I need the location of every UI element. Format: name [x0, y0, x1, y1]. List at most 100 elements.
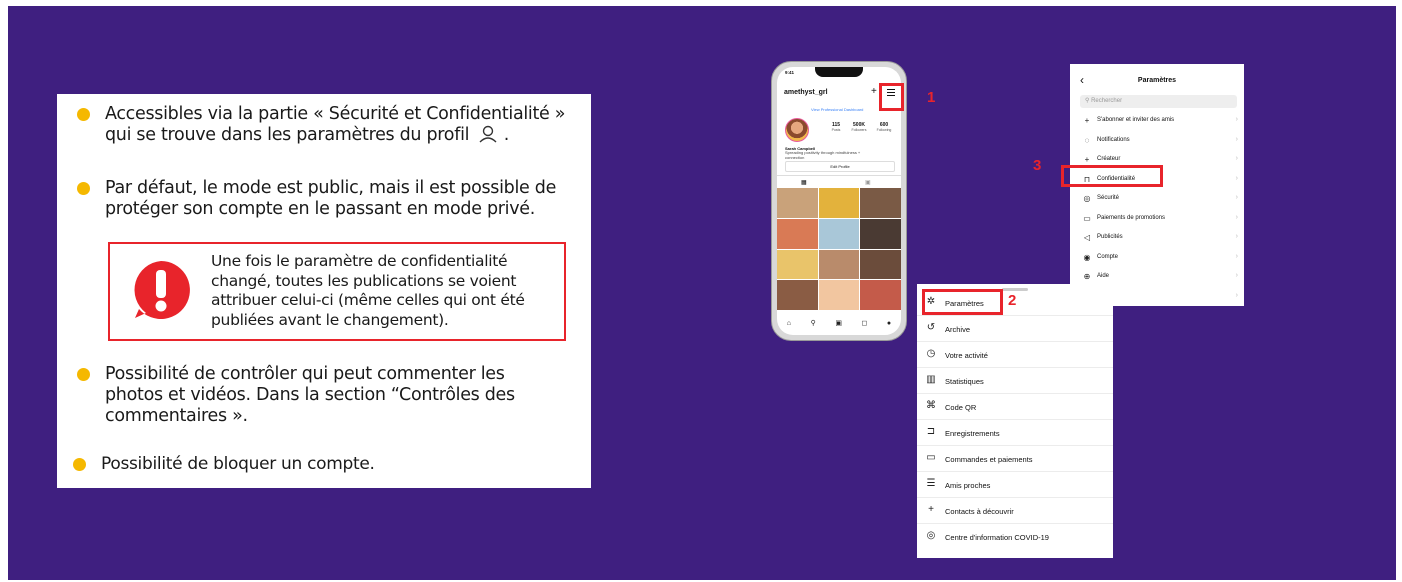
plus-icon[interactable]: +: [871, 86, 877, 97]
warning-box: Une fois le paramètre de confidentialité…: [108, 242, 566, 341]
chevron-right-icon: ›: [1235, 291, 1238, 299]
phone-notch: [815, 67, 863, 77]
grid-photo[interactable]: [777, 280, 818, 310]
settings-item-account[interactable]: ◉ Compte ›: [1080, 249, 1239, 269]
bullet-comments-line1: Possibilité de contrôler qui peut commen…: [105, 364, 505, 384]
settings-item-notifications[interactable]: ◌ Notifications ›: [1080, 132, 1238, 152]
activity-icon: ◷: [926, 348, 936, 359]
chevron-right-icon: ›: [1235, 174, 1238, 182]
settings-item-ads[interactable]: ◁ Publicités ›: [1080, 229, 1238, 249]
menu-item-activity[interactable]: ◷ Votre activité: [917, 342, 1113, 368]
shield-icon: ◎: [1083, 194, 1091, 203]
menu-item-label: Statistiques: [945, 377, 984, 386]
settings-item-label: Aide: [1097, 273, 1110, 279]
menu-item-label: Code QR: [945, 403, 977, 412]
grid-photo[interactable]: [860, 188, 901, 218]
grid-photo[interactable]: [777, 218, 818, 249]
stat-followers[interactable]: 500K Followers: [848, 122, 870, 132]
exclamation-warning-icon: [134, 261, 190, 319]
dashboard-link[interactable]: View Professional Dashboard: [811, 107, 863, 112]
chart-icon: ▥: [926, 374, 936, 385]
menu-item-statistics[interactable]: ▥ Statistiques: [917, 368, 1113, 394]
menu-item-saved[interactable]: ⊐ Enregistrements: [917, 420, 1113, 446]
warning-line: attribuer celui-ci (même celles qui ont …: [211, 291, 525, 309]
settings-item-promo-payments[interactable]: ▭ Paiements de promotions ›: [1080, 210, 1238, 230]
warning-text: Une fois le paramètre de confidentialité…: [211, 252, 525, 330]
list-icon: ☰: [926, 478, 936, 489]
menu-item-label: Commandes et paiements: [945, 455, 1033, 464]
chevron-right-icon: ›: [1235, 233, 1238, 240]
grid-photo[interactable]: [818, 188, 860, 218]
step-number-3: 3: [1033, 157, 1042, 174]
bullet-default-line1: Par défaut, le mode est public, mais il …: [105, 178, 557, 198]
card-icon: ▭: [926, 452, 936, 463]
menu-item-label: Enregistrements: [945, 429, 1000, 438]
stat-label: Following: [876, 128, 892, 132]
home-icon[interactable]: ⌂: [787, 320, 791, 327]
chevron-right-icon: ›: [1235, 252, 1238, 260]
bookmark-icon: ⊐: [926, 426, 936, 437]
bullet-comments-line3: commentaires ».: [105, 406, 248, 426]
stat-following[interactable]: 600 Following: [873, 122, 895, 132]
bullet-dot: [77, 108, 90, 121]
menu-item-qr-code[interactable]: ⌘ Code QR: [917, 394, 1113, 420]
grid-photo[interactable]: [818, 249, 860, 280]
shop-icon[interactable]: ◻: [862, 319, 868, 327]
settings-item-label: Notifications: [1097, 136, 1130, 143]
grid-photo[interactable]: [777, 188, 818, 218]
menu-item-archive[interactable]: ↺ Archive: [917, 316, 1113, 342]
menu-item-orders-payments[interactable]: ▭ Commandes et paiements: [917, 446, 1113, 472]
stat-label: Posts: [831, 128, 841, 132]
bullet-block-text: Possibilité de bloquer un compte.: [101, 454, 375, 474]
profile-menu-sheet: ✲ Paramètres ↺ Archive ◷ Votre activité ▥ St…: [917, 284, 1113, 558]
chevron-right-icon: ›: [1235, 116, 1238, 123]
settings-item-label: Compte: [1097, 253, 1119, 260]
edit-profile-button[interactable]: Edit Profile: [785, 161, 895, 172]
reels-icon[interactable]: ▣: [835, 319, 842, 327]
profile-bio: Spreading positivity through mindfulness…: [785, 150, 861, 160]
settings-title: Paramètres: [1137, 77, 1177, 84]
settings-search-input[interactable]: ⚲ Rechercher: [1080, 95, 1237, 108]
highlight-box-privacy: [1061, 165, 1163, 187]
profile-tabs-divider: [777, 175, 901, 176]
creator-icon: +: [1084, 155, 1090, 164]
warning-line: Une fois le paramètre de confidentialité: [211, 252, 508, 270]
bullet-access-line1: Accessibles via la partie « Sécurité et …: [105, 104, 566, 124]
grid-tab-icon[interactable]: ▦: [801, 179, 807, 186]
archive-icon: ↺: [926, 322, 936, 333]
chevron-right-icon: ›: [1235, 155, 1238, 162]
warning-line: publiées avant le changement).: [211, 310, 449, 329]
avatar[interactable]: [785, 118, 809, 142]
grid-photo[interactable]: [777, 249, 818, 280]
photo-grid: [777, 188, 901, 310]
chevron-right-icon: ›: [1235, 194, 1238, 201]
profile-icon[interactable]: ●: [887, 320, 891, 327]
profile-person-icon: [479, 125, 497, 143]
covid-icon: ◎: [926, 530, 936, 541]
bullet-dot: [77, 182, 90, 195]
menu-item-covid-center[interactable]: ◎ Centre d'information COVID-19: [917, 524, 1113, 550]
settings-item-security[interactable]: ◎ Sécurité ›: [1080, 190, 1239, 210]
bullet-dot: [77, 368, 90, 381]
profile-username: amethyst_grl: [784, 89, 828, 96]
search-icon[interactable]: ⚲: [811, 319, 816, 327]
step-number-1: 1: [927, 89, 936, 106]
menu-item-label: Contacts à découvrir: [945, 507, 1014, 516]
settings-item-label: Publicités: [1097, 234, 1123, 240]
settings-item-label: Sécurité: [1097, 195, 1120, 201]
grid-photo[interactable]: [860, 249, 901, 280]
qr-icon: ⌘: [926, 400, 936, 411]
settings-item-follow-invite[interactable]: + S'abonner et inviter des amis ›: [1080, 112, 1238, 132]
search-placeholder: Rechercher: [1091, 98, 1123, 104]
menu-item-discover-contacts[interactable]: + Contacts à découvrir: [917, 498, 1113, 524]
status-time: 9:41: [785, 70, 795, 75]
chevron-right-icon: ›: [1235, 272, 1238, 279]
grid-photo[interactable]: [818, 280, 860, 310]
step-number-2: 2: [1008, 292, 1017, 309]
grid-photo[interactable]: [860, 280, 901, 310]
discover-icon: +: [928, 504, 934, 515]
grid-photo[interactable]: [860, 218, 901, 249]
grid-photo[interactable]: [818, 218, 860, 249]
menu-item-close-friends[interactable]: ☰ Amis proches: [917, 472, 1113, 498]
tagged-tab-icon[interactable]: ▣: [865, 179, 871, 186]
